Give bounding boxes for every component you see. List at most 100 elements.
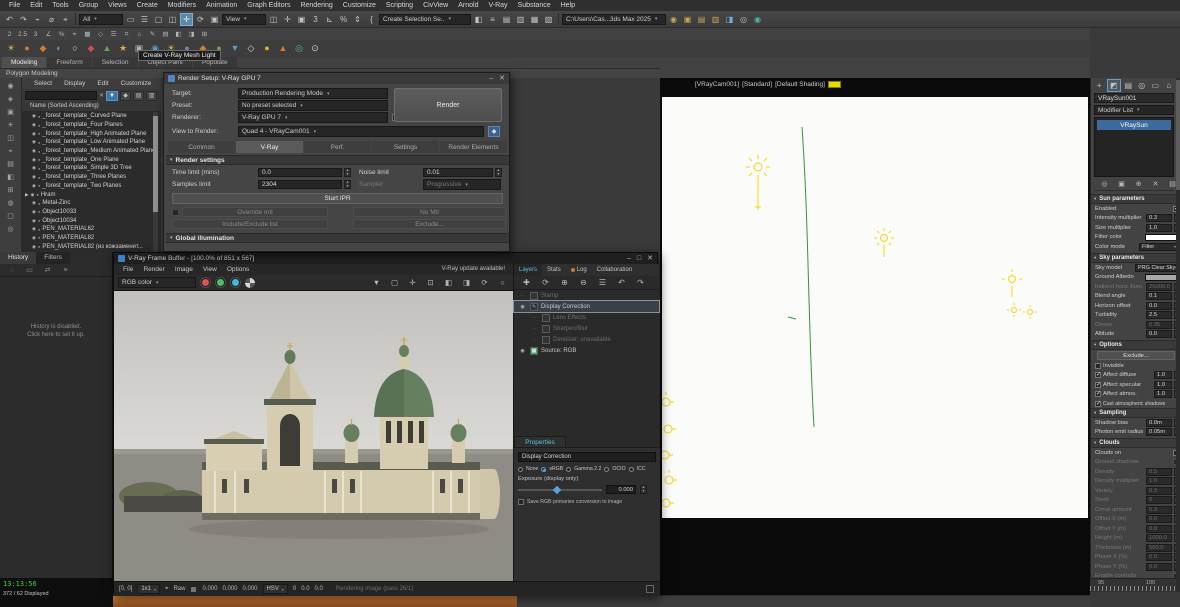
vfb-menu-view[interactable]: View <box>198 266 222 273</box>
angle-icon[interactable]: ∠ <box>43 29 54 39</box>
select-and-manipulate-icon[interactable]: ✛ <box>281 13 294 26</box>
vray-sun-gizmo[interactable] <box>1002 269 1022 297</box>
eye-icon[interactable]: ◉ <box>32 122 36 128</box>
layer-row-stamp[interactable]: ─Stamp <box>514 290 659 301</box>
eye-icon[interactable]: ◉ <box>32 113 36 119</box>
rollout-header[interactable]: ▾Sampling <box>1091 408 1180 418</box>
minimize-icon[interactable]: – <box>627 254 631 264</box>
home-icon[interactable]: ⌂ <box>134 29 145 39</box>
hierarchy-tab-icon[interactable]: ▤ <box>1122 79 1135 92</box>
one-to-one-icon[interactable]: ⊡ <box>424 276 437 289</box>
time-limit-field[interactable]: 0.0 <box>258 168 342 177</box>
vray-sun-gizmo[interactable] <box>874 228 894 257</box>
percent-snap-icon[interactable]: % <box>337 13 350 26</box>
radio-ocio[interactable] <box>604 467 609 472</box>
render-frame-window-icon[interactable]: ◨ <box>723 13 736 26</box>
rollout-header[interactable]: ▾Sky parameters <box>1091 253 1180 263</box>
sky-model-dropdown[interactable]: PRG Clear Sky <box>1135 264 1179 272</box>
vray-teapot2-icon[interactable]: ◆ <box>36 42 50 56</box>
panel2-icon[interactable]: ◨ <box>186 29 197 39</box>
motion-tab-icon[interactable]: ◎ <box>1136 79 1149 92</box>
display-helpers-icon[interactable]: ⌖ <box>4 145 18 157</box>
list-item[interactable]: ◉●_forest_template_One Plane <box>22 155 161 164</box>
list-icon[interactable]: ☰ <box>108 29 119 39</box>
list-item[interactable]: ◉●_forest_template_High Animated Plane <box>22 129 161 138</box>
eye-icon[interactable]: ◉ <box>32 235 36 241</box>
utilities-tab-icon[interactable]: ⌂ <box>1163 79 1176 92</box>
menu-file[interactable]: File <box>4 0 25 11</box>
explorer-menu-select[interactable]: Select <box>28 80 58 87</box>
eye-icon[interactable]: ◉ <box>32 183 36 189</box>
tab-stats[interactable]: Stats <box>542 264 566 276</box>
vray-sun-gizmo-cluster[interactable] <box>662 392 677 507</box>
snap-3-icon[interactable]: 3 <box>309 13 322 26</box>
menu-group[interactable]: Group <box>74 0 103 11</box>
region-render-icon[interactable]: ✛ <box>406 276 419 289</box>
blend-angle-field[interactable]: 0.1 <box>1146 292 1172 300</box>
save-preset-icon[interactable]: ⊕ <box>558 276 571 289</box>
eye-icon[interactable]: ◉ <box>518 348 527 354</box>
magnet-icon[interactable]: ⌖ <box>69 29 80 39</box>
stack-item-vraysun[interactable]: VRaySun <box>1097 120 1171 130</box>
tab-settings[interactable]: Settings <box>372 141 439 153</box>
rollout-header[interactable]: ▾Sun parameters <box>1091 194 1180 204</box>
command-panel-scrollbar[interactable] <box>1176 78 1180 607</box>
layers-icon[interactable]: ▤ <box>160 29 171 39</box>
display-xrefs-icon[interactable]: ⊞ <box>4 184 18 196</box>
vfb-menu-render[interactable]: Render <box>138 266 169 273</box>
list-item[interactable]: ◉●Metal-Zinc <box>22 199 161 208</box>
eye-icon[interactable]: ◉ <box>32 139 36 145</box>
hsv-dropdown[interactable]: HSV <box>263 584 288 594</box>
vray-plane-icon[interactable]: ▲ <box>100 42 114 56</box>
eye-icon[interactable]: ◉ <box>32 209 36 215</box>
display-cameras-icon[interactable]: ◫ <box>4 132 18 144</box>
render-setup-titlebar[interactable]: Render Setup: V-Ray GPU 7 –✕ <box>164 73 509 84</box>
vray-sun-icon[interactable]: ☀ <box>4 42 18 56</box>
curve-editor-icon[interactable]: ▦ <box>528 13 541 26</box>
vray-odot-icon[interactable]: ⊙ <box>308 42 322 56</box>
eye-icon[interactable]: ◉ <box>32 165 36 171</box>
eye-icon[interactable]: ◉ <box>32 148 36 154</box>
undo-layer-icon[interactable]: ↶ <box>615 276 628 289</box>
history-disabled-message[interactable]: History is disabled. Click here to set i… <box>0 323 112 339</box>
display-lights-icon[interactable]: ☀ <box>4 119 18 131</box>
eye-icon[interactable]: ◉ <box>32 244 36 250</box>
minimize-icon[interactable]: – <box>489 74 493 84</box>
explorer-tool2-icon[interactable]: ▥ <box>146 91 157 101</box>
redo-icon[interactable]: ↷ <box>17 13 30 26</box>
tab-vray[interactable]: V-Ray <box>236 141 303 153</box>
modifier-stack[interactable]: VRaySun <box>1094 117 1174 177</box>
list-item[interactable]: ◉●_forest_template_Simple 3D Tree <box>22 164 161 173</box>
maxscript-mini-listener[interactable] <box>113 595 517 607</box>
menu-edit[interactable]: Edit <box>25 0 47 11</box>
render-production-icon[interactable]: ▥ <box>709 13 722 26</box>
display-groups-icon[interactable]: ◧ <box>4 171 18 183</box>
alpha-checker-icon[interactable] <box>245 278 255 288</box>
schematic-view-icon[interactable]: ▧ <box>542 13 555 26</box>
vray-star-icon[interactable]: ★ <box>116 42 130 56</box>
pin-stack-icon[interactable]: ◎ <box>1098 178 1111 191</box>
vray-sphere-icon[interactable]: ◐ <box>52 42 66 56</box>
explorer-column-header[interactable]: Name (Sorted Ascending) <box>22 102 161 112</box>
statusbar-expand-icon[interactable] <box>646 585 654 593</box>
menu-scripting[interactable]: Scripting <box>381 0 418 11</box>
create-tab-icon[interactable]: + <box>1093 79 1106 92</box>
radio-gamma22[interactable] <box>566 467 571 472</box>
expand-arrow-icon[interactable]: ▶ <box>25 192 28 198</box>
save-primaries-checkbox[interactable] <box>518 499 524 505</box>
red-channel-toggle[interactable] <box>200 277 211 288</box>
mirror-icon[interactable]: ◧ <box>472 13 485 26</box>
menu-graph-editors[interactable]: Graph Editors <box>242 0 295 11</box>
list-item-hram[interactable]: ▶◉●Hram <box>22 190 161 199</box>
affect-specular-checkbox[interactable] <box>1095 382 1101 388</box>
list-item[interactable]: ◉●_forest_template_Three Planes <box>22 173 161 182</box>
select-and-scale-icon[interactable]: ▣ <box>208 13 221 26</box>
menu-views[interactable]: Views <box>103 0 132 11</box>
select-object-icon[interactable]: ▭ <box>124 13 137 26</box>
viewport-camera-label[interactable]: [VRayCam001] <box>695 81 739 88</box>
display-tab-icon[interactable]: ▭ <box>1149 79 1162 92</box>
eye-icon[interactable]: ◉ <box>32 157 36 163</box>
menu-create[interactable]: Create <box>132 0 163 11</box>
properties-tab[interactable]: Properties <box>514 436 566 447</box>
window-crossing-icon[interactable]: ◫ <box>166 13 179 26</box>
